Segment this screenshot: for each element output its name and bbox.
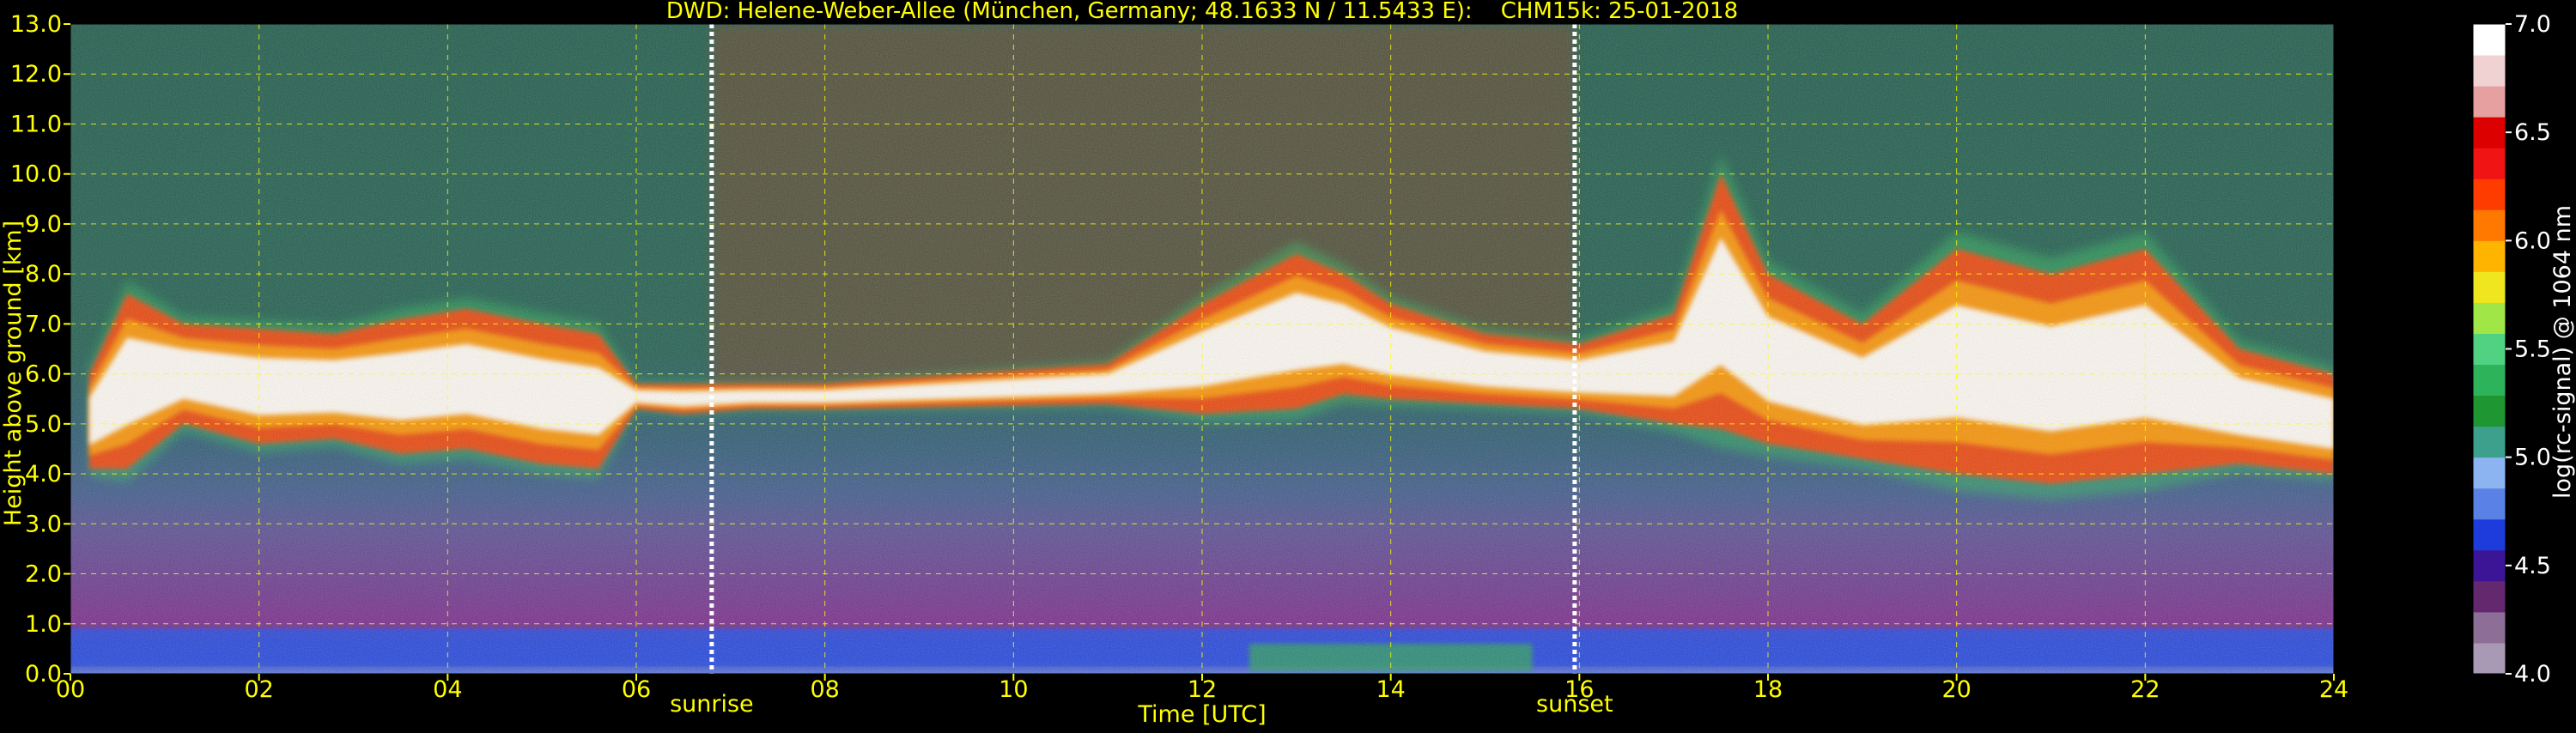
colorbar-ticks: 4.0 4.5 5.0 5.5 6.0 6.5 7.0	[2506, 11, 2551, 688]
colorbar-swatch	[2473, 24, 2506, 56]
colorbar-swatch	[2473, 302, 2506, 334]
x-axis-ticks: 00 02 04 06 08 10 12 14 16 18 20 22 24	[56, 674, 2348, 703]
x-tick-label: 06	[622, 676, 651, 703]
colorbar-swatch	[2473, 426, 2506, 458]
x-tick-label: 08	[810, 676, 839, 703]
x-tick-label: 02	[244, 676, 273, 703]
colorbar-swatch	[2473, 148, 2506, 179]
y-tick-label: 11.0	[10, 111, 62, 137]
colorbar-swatch	[2473, 549, 2506, 582]
colorbar-tick-label: 7.0	[2514, 11, 2551, 38]
y-axis-label: Height above ground [km]	[0, 221, 27, 526]
colorbar-tick-label: 6.0	[2514, 227, 2551, 254]
colorbar-swatch	[2473, 518, 2506, 551]
colorbar-swatch	[2473, 364, 2506, 397]
colorbar-tick-label: 5.0	[2514, 445, 2551, 471]
colorbar-swatch	[2473, 333, 2506, 366]
colorbar-tick-label: 5.5	[2514, 336, 2551, 363]
y-tick-label: 2.0	[25, 561, 62, 588]
ceilometer-figure: sunrise sunset 00 02 04 06 08 10 12 14 16 18 20 22 24…	[0, 0, 2576, 730]
colorbar-swatch	[2473, 580, 2506, 613]
colorbar-swatch	[2473, 117, 2506, 148]
colorbar-swatch	[2473, 395, 2506, 427]
y-tick-label: 3.0	[25, 511, 62, 537]
x-tick-label: 20	[1941, 676, 1971, 703]
y-tick-label: 12.0	[10, 61, 62, 88]
colorbar-swatch	[2473, 642, 2506, 675]
colorbar-swatch	[2473, 179, 2506, 210]
colorbar-tick-label: 4.0	[2514, 661, 2551, 688]
colorbar-swatch	[2473, 86, 2506, 118]
ceilometer-chart: sunrise sunset 00 02 04 06 08 10 12 14 16 18 20 22 24…	[0, 0, 2576, 728]
y-tick-label: 9.0	[25, 211, 62, 238]
x-tick-label: 14	[1376, 676, 1405, 703]
colorbar-swatch	[2473, 240, 2506, 272]
y-tick-label: 6.0	[25, 361, 62, 388]
colorbar-swatch	[2473, 488, 2506, 520]
colorbar-swatch	[2473, 611, 2506, 644]
y-tick-label: 7.0	[25, 311, 62, 337]
x-tick-label: 24	[2319, 676, 2348, 703]
x-tick-label: 22	[2130, 676, 2160, 703]
x-axis-label: Time [UTC]	[1137, 701, 1266, 728]
colorbar-tick-label: 6.5	[2514, 119, 2551, 146]
x-tick-label: 10	[999, 676, 1028, 703]
chart-title: DWD: Helene-Weber-Allee (München, German…	[666, 0, 1738, 24]
x-tick-label: 12	[1188, 676, 1217, 703]
y-tick-label: 10.0	[10, 161, 62, 188]
colorbar-swatch	[2473, 457, 2506, 489]
y-tick-label: 8.0	[25, 261, 62, 288]
colorbar-tick-label: 4.5	[2514, 553, 2551, 579]
y-tick-label: 1.0	[25, 611, 62, 638]
x-tick-label: 16	[1564, 676, 1594, 703]
marker-label-sunrise: sunrise	[670, 691, 754, 718]
colorbar-label: log(rc-signal) @ 1064 nm	[2549, 205, 2576, 499]
colorbar-swatch	[2473, 209, 2506, 241]
colorbar-swatch	[2473, 271, 2506, 303]
x-tick-label: 04	[433, 676, 462, 703]
y-tick-label: 13.0	[10, 11, 62, 38]
y-tick-label: 4.0	[25, 461, 62, 488]
x-tick-label: 18	[1753, 676, 1783, 703]
y-tick-label: 0.0	[25, 661, 62, 688]
colorbar-swatch	[2473, 55, 2506, 87]
colorbar-swatches	[2472, 23, 2506, 675]
y-tick-label: 5.0	[25, 411, 62, 438]
colorbar: 4.0 4.5 5.0 5.5 6.0 6.5 7.0 log(rc-signal) @ 1…	[2472, 11, 2576, 688]
